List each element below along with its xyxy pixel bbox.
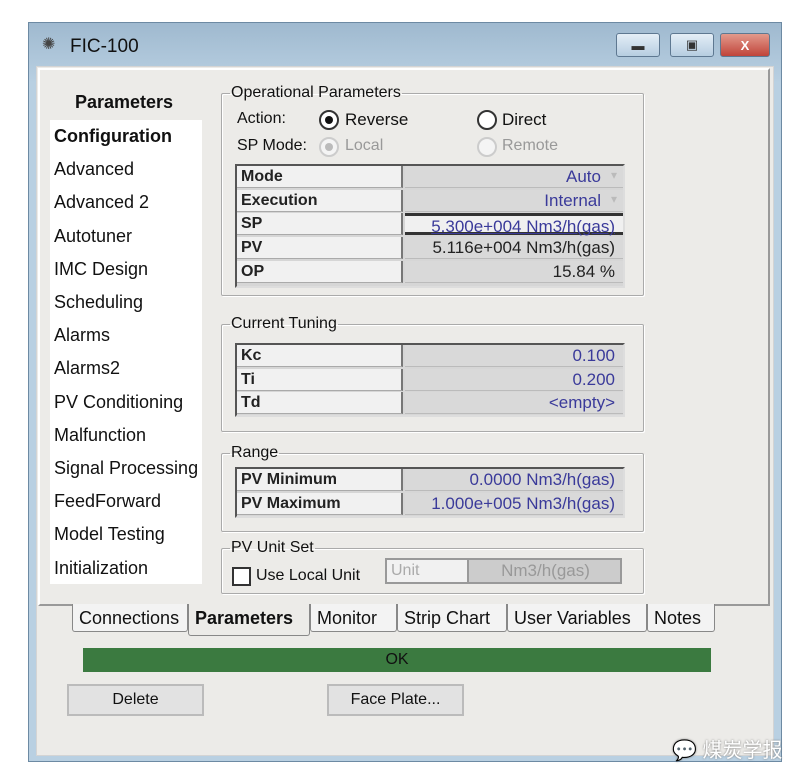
sidebar-item[interactable]: Initialization: [54, 558, 148, 579]
sidebar-item[interactable]: Signal Processing: [54, 458, 198, 479]
sidebar-header: Parameters: [75, 92, 174, 112]
local-label: Local: [345, 137, 384, 154]
grid-row: OP 15.84 %: [237, 260, 623, 284]
grid-row: Mode Auto ▾: [237, 166, 623, 189]
row-value[interactable]: 5.116e+004 Nm3/h(gas): [405, 237, 623, 260]
row-value[interactable]: Auto: [405, 166, 623, 188]
sidebar-item[interactable]: Autotuner: [54, 226, 132, 247]
grid-row: SP 5.300e+004 Nm3/h(gas): [237, 213, 623, 236]
sidebar-item[interactable]: Malfunction: [54, 425, 146, 446]
window-title: FIC-100: [70, 36, 139, 57]
close-icon: X: [740, 37, 750, 53]
row-label: OP: [237, 260, 403, 283]
sidebar-list[interactable]: [50, 120, 202, 584]
grid-row: Ti 0.200: [237, 368, 623, 392]
row-label: Execution: [237, 189, 403, 212]
sidebar-item[interactable]: FeedForward: [54, 491, 161, 512]
row-label: PV: [237, 237, 403, 260]
sidebar-item[interactable]: Advanced 2: [54, 192, 149, 213]
tab-strip-chart[interactable]: Strip Chart: [397, 604, 507, 632]
use-local-unit-checkbox[interactable]: [232, 567, 251, 586]
gear-icon: ✺: [42, 36, 56, 53]
row-value[interactable]: 0.100: [405, 345, 623, 367]
sidebar-item[interactable]: Alarms: [54, 325, 110, 346]
sp-mode-label: SP Mode:: [237, 137, 307, 154]
row-label: Mode: [237, 166, 403, 188]
reverse-radio[interactable]: [319, 110, 339, 130]
minimize-button[interactable]: ▬: [616, 33, 660, 57]
dropdown-arrow-icon[interactable]: ▾: [611, 168, 617, 182]
dropdown-arrow-icon[interactable]: ▾: [611, 192, 617, 206]
group-legend: Operational Parameters: [231, 84, 401, 101]
sidebar-item[interactable]: Advanced: [54, 159, 134, 180]
grid-row: Kc 0.100: [237, 345, 623, 368]
grid-row: PV Maximum 1.000e+005 Nm3/h(gas): [237, 492, 623, 516]
grid-row: PV 5.116e+004 Nm3/h(gas): [237, 237, 623, 260]
row-value[interactable]: Internal: [405, 189, 623, 212]
sidebar-item[interactable]: Scheduling: [54, 292, 143, 313]
group-legend: Range: [231, 444, 279, 461]
direct-label: Direct: [502, 110, 547, 129]
watermark: 💬 煤炭学报: [672, 734, 782, 763]
operational-grid: Mode Auto ▾ Execution Internal ▾ SP 5.300e+004 …: [235, 164, 625, 288]
tuning-grid: Kc 0.100 Ti 0.200 Td <empty>: [235, 343, 625, 417]
unit-field-label: Unit: [387, 560, 469, 582]
tab-connections[interactable]: Connections: [72, 604, 188, 632]
tab-notes[interactable]: Notes: [647, 604, 715, 632]
reverse-label: Reverse: [345, 110, 409, 129]
range-grid: PV Minimum 0.0000 Nm3/h(gas) PV Maximum 1.0…: [235, 467, 625, 518]
sidebar-item[interactable]: PV Conditioning: [54, 392, 183, 413]
face-plate-button[interactable]: Face Plate...: [327, 684, 464, 716]
remote-radio[interactable]: [477, 137, 497, 157]
sidebar-item[interactable]: Model Testing: [54, 524, 165, 545]
sidebar-item[interactable]: IMC Design: [54, 259, 148, 280]
row-label: Ti: [237, 368, 403, 391]
close-button[interactable]: X: [720, 33, 770, 57]
remote-label: Remote: [502, 137, 559, 154]
local-radio[interactable]: [319, 137, 339, 157]
direct-radio[interactable]: [477, 110, 497, 130]
use-local-unit-label: Use Local Unit: [256, 567, 361, 584]
unit-field-value: Nm3/h(gas): [501, 561, 590, 580]
maximize-icon: ▣: [685, 37, 699, 52]
sidebar-item[interactable]: Alarms2: [54, 358, 120, 379]
row-value[interactable]: 1.000e+005 Nm3/h(gas): [405, 492, 623, 515]
unit-field: Unit Nm3/h(gas): [385, 558, 622, 584]
row-label: Kc: [237, 345, 403, 367]
row-value[interactable]: 0.0000 Nm3/h(gas): [405, 469, 623, 491]
row-label: PV Minimum: [237, 469, 403, 491]
row-value[interactable]: <empty>: [405, 392, 623, 415]
group-legend: Current Tuning: [231, 315, 337, 332]
row-label: PV Maximum: [237, 492, 403, 515]
row-value[interactable]: 15.84 %: [405, 260, 623, 283]
action-label: Action:: [237, 110, 286, 127]
grid-row: PV Minimum 0.0000 Nm3/h(gas): [237, 469, 623, 492]
tab-user-variables[interactable]: User Variables: [507, 604, 647, 632]
wechat-icon: 💬: [672, 740, 697, 762]
status-bar: OK: [83, 648, 711, 672]
grid-row: Td <empty>: [237, 392, 623, 415]
row-label: Td: [237, 392, 403, 415]
group-legend: PV Unit Set: [231, 539, 314, 556]
grid-row: Execution Internal ▾: [237, 189, 623, 213]
row-value[interactable]: 5.300e+004 Nm3/h(gas): [405, 213, 623, 236]
maximize-button[interactable]: ▣: [670, 33, 714, 57]
minimize-icon: ▬: [631, 37, 645, 53]
delete-button[interactable]: Delete: [67, 684, 204, 716]
row-label: SP: [237, 213, 403, 236]
row-value[interactable]: 0.200: [405, 368, 623, 391]
tab-monitor[interactable]: Monitor: [310, 604, 397, 632]
sidebar-item[interactable]: Configuration: [54, 126, 172, 147]
tab-parameters[interactable]: Parameters: [188, 604, 310, 636]
watermark-text: 煤炭学报: [702, 740, 783, 762]
